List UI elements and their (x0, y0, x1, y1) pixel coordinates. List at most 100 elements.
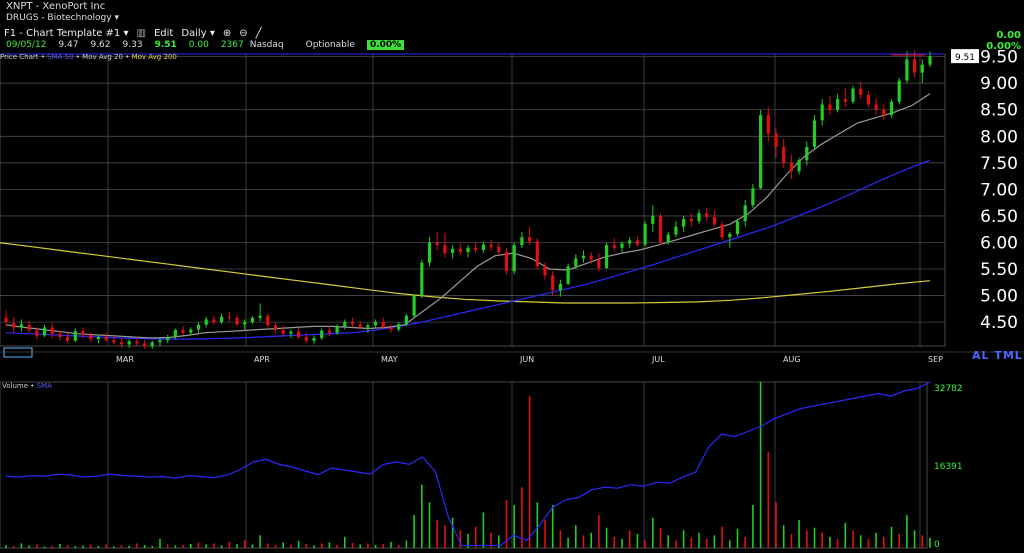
volume-bar (128, 545, 130, 548)
volume-bar (906, 515, 908, 548)
candle-body (520, 237, 524, 246)
candle-body (289, 331, 293, 334)
candle-body (266, 315, 270, 326)
price-axis: 4.50 5.00 5.50 6.00 6.50 7.00 7.50 8.00 8.50 9.00… (951, 48, 1018, 333)
volume-bar (752, 504, 754, 548)
volume-bar (428, 502, 431, 548)
price-tick-label: 8.00 (980, 127, 1018, 147)
candle-body (697, 213, 701, 222)
price-tick-label: 7.50 (980, 154, 1018, 174)
candle-body (35, 330, 39, 336)
candle-body (551, 275, 555, 291)
volume-bar (898, 533, 900, 548)
candle-body (866, 94, 870, 105)
candle-body (828, 104, 832, 110)
candle-body (451, 248, 455, 254)
candle-body (851, 88, 855, 102)
volume-bar (644, 540, 646, 548)
candle-body (535, 241, 539, 267)
volume-bar (320, 543, 323, 548)
volume-bar (421, 484, 423, 548)
volume-bar (359, 544, 361, 548)
volume-bar (436, 520, 438, 548)
volume-bar (883, 536, 885, 548)
volume-label: Volume (2, 382, 29, 390)
volume-bar (821, 532, 823, 548)
volume-bar (590, 532, 592, 548)
volume-bar (66, 544, 69, 548)
volume-bar (20, 543, 23, 548)
volume-bar (636, 533, 639, 548)
price-tick-label: 8.50 (980, 101, 1018, 121)
candle-body (181, 330, 185, 333)
month-label: APR (254, 355, 270, 364)
volume-bar (282, 542, 284, 548)
candle-body (381, 322, 385, 328)
candle-body (297, 331, 301, 337)
volume-bar (729, 540, 731, 548)
candle-body (759, 115, 763, 189)
price-tick-label: 5.50 (980, 260, 1018, 280)
volume-bar (675, 540, 677, 548)
candle-body (304, 336, 308, 341)
candle-body (928, 56, 932, 65)
candle-body (558, 283, 562, 291)
volume-bar (544, 520, 546, 548)
volume-bar (528, 396, 531, 548)
candle-body (543, 266, 547, 276)
volume-bar (136, 543, 138, 548)
candle-body (643, 223, 647, 245)
candle-body (720, 224, 724, 238)
volume-bar (852, 530, 854, 548)
price-volume-chart[interactable]: 4.50 5.00 5.50 6.00 6.50 7.00 7.50 8.00 8.50 9.00… (0, 0, 1024, 553)
price-tick-label: 6.00 (980, 233, 1018, 253)
price-tick-label: 7.00 (980, 180, 1018, 200)
volume-bar (829, 536, 831, 548)
volume-bar (482, 512, 485, 548)
volume-bar (782, 525, 785, 548)
volume-bar (328, 542, 331, 548)
indicator-tabs[interactable]: AL TML (972, 349, 1023, 362)
candle-body (42, 327, 47, 336)
volume-bar (344, 536, 346, 548)
volume-bar (605, 527, 608, 548)
price-tick-label: 9.00 (980, 74, 1018, 94)
candle-body (343, 322, 347, 327)
volume-bar (474, 526, 477, 548)
month-label: JUL (651, 355, 665, 364)
candle-body (897, 80, 901, 102)
volume-bar (767, 451, 770, 548)
month-label: JUN (519, 355, 534, 364)
candle-body (774, 133, 778, 147)
ma200-label: Mov Avg 200 (131, 53, 177, 61)
volume-bar (159, 538, 161, 548)
sma-label: SMA 50 (47, 53, 74, 61)
candle-body (658, 215, 663, 243)
candle-body (889, 101, 894, 116)
volume-bar (451, 517, 454, 548)
volume-bar (113, 546, 115, 548)
volume-sma-line (5, 381, 931, 547)
candle-body (66, 336, 70, 341)
volume-bar (105, 544, 107, 548)
candle-body (273, 325, 278, 331)
volume-bar (652, 517, 654, 548)
candle-body (312, 338, 316, 341)
volume-bar (744, 536, 746, 548)
candle-body (836, 99, 840, 110)
volume-bar (89, 544, 92, 548)
volume-bar (51, 545, 53, 548)
volume-bar (290, 544, 292, 548)
volume-axis: 32782 16391 0 (934, 384, 963, 550)
candle-body (358, 324, 362, 328)
volume-bar (798, 520, 800, 548)
candle-body (481, 244, 485, 250)
volume-bar (498, 535, 500, 548)
candle-body (735, 221, 740, 234)
volume-bar (43, 546, 46, 548)
candle-body (574, 258, 578, 267)
candle-body (682, 219, 686, 227)
candle-body (466, 247, 470, 253)
candle-body (812, 120, 817, 147)
candle-body (605, 245, 609, 268)
